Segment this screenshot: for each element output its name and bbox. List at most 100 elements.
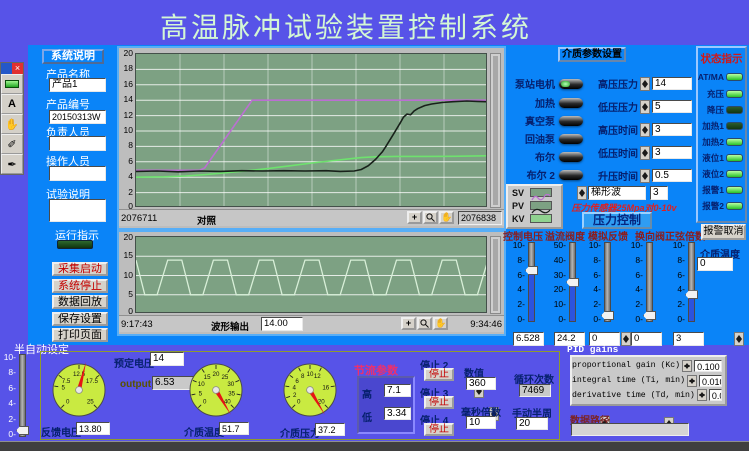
svg-text:0: 0 (297, 399, 301, 406)
operate-value-tool-icon[interactable] (1, 74, 23, 94)
slider-thumb[interactable] (685, 290, 698, 299)
heating-toggle[interactable] (559, 98, 583, 108)
ramp-time-field[interactable]: 0.5 (652, 169, 692, 182)
analog-feedback-stepper[interactable] (621, 332, 631, 346)
ramp-time-stepper[interactable] (640, 169, 650, 183)
semi-auto-slider[interactable]: 1086420 (2, 352, 32, 439)
pump-motor-toggle[interactable] (559, 79, 583, 89)
vacuum-pump-toggle[interactable] (559, 116, 583, 126)
system-description-button[interactable]: 系统说明 (42, 49, 104, 64)
slider-thumb[interactable] (643, 311, 656, 320)
save-settings-button[interactable]: 保存设置 (52, 312, 108, 326)
preset-voltage-field[interactable]: 14 (150, 352, 184, 366)
slider-thumb[interactable] (16, 426, 29, 435)
pid-row: integral time (Ti, min)0.010 (572, 375, 725, 387)
low-time-field[interactable]: 3 (652, 146, 692, 159)
sv-wave-icon (530, 188, 552, 197)
pid-ti-field[interactable]: 0.010 (699, 375, 722, 387)
zoom-tool-icon[interactable] (417, 317, 432, 330)
hand-tool-icon[interactable]: ✋ (1, 114, 23, 134)
high-time-field[interactable]: 3 (652, 123, 692, 136)
ms-multiplier-field[interactable]: 10 (466, 416, 496, 429)
sine-multiplier-value[interactable]: 3 (673, 332, 704, 346)
edit-text-tool-icon[interactable]: A (1, 94, 23, 114)
sine-multiplier-stepper[interactable] (734, 332, 744, 346)
slider-thumb[interactable] (525, 266, 538, 275)
test-description-field[interactable] (49, 199, 106, 222)
low-pressure-stepper[interactable] (640, 100, 650, 114)
heat2-label: 加热2 (702, 136, 724, 148)
pressure-control-button[interactable]: 压力控制 (582, 212, 652, 229)
operator-field[interactable] (49, 166, 106, 181)
oil-return-pump-toggle[interactable] (559, 134, 583, 144)
medium-temperature-gauge: 0510152025303540 (187, 361, 245, 419)
low-pressure-field[interactable]: 5 (652, 100, 692, 113)
wave-aux-field[interactable]: 3 (650, 186, 668, 200)
pan-hand-tool-icon[interactable]: ✋ (433, 317, 448, 330)
slider-track[interactable] (19, 354, 26, 437)
pan-hand-tool-icon[interactable]: ✋ (439, 211, 454, 224)
system-stop-button[interactable]: 系统停止 (52, 279, 108, 293)
crosshair-tool-icon[interactable]: + (401, 317, 416, 330)
preset-voltage-label: 预定电压 (114, 355, 154, 370)
high-pressure-field[interactable]: 14 (652, 77, 692, 90)
dropper-tool-icon[interactable]: ✐ (1, 134, 23, 154)
alarm-cancel-button[interactable]: 报警取消 (701, 224, 746, 240)
high-time-stepper[interactable] (640, 123, 650, 137)
y-tick: 10 (119, 125, 133, 135)
close-icon[interactable]: × (12, 63, 23, 74)
print-page-button[interactable]: 打印页面 (52, 328, 108, 342)
slider-track[interactable] (604, 242, 611, 322)
control-voltage-slider[interactable]: 1086420 (511, 240, 541, 324)
slider-thumb[interactable] (601, 311, 614, 320)
zoom-tool-icon[interactable] (423, 211, 438, 224)
pen-tool-icon[interactable]: ✒ (1, 154, 23, 174)
heating-label: 加热 (535, 95, 555, 110)
product-name-field[interactable]: 产品1 (49, 78, 106, 92)
svg-text:25: 25 (87, 399, 94, 406)
sine-multiplier-slider[interactable]: 1086420 (671, 240, 701, 324)
product-number-field[interactable]: 20150313W (49, 110, 106, 124)
pid-kc-stepper[interactable] (682, 360, 692, 372)
acquisition-start-button[interactable]: 采集启动 (52, 262, 108, 276)
stop3-button[interactable]: 停止 (424, 396, 454, 409)
pid-kc-field[interactable]: 0.100 (694, 360, 722, 372)
high-pressure-stepper[interactable] (640, 77, 650, 91)
stop4-button[interactable]: 停止 (424, 423, 454, 436)
numeric-value-field[interactable]: 360 (466, 377, 496, 390)
throttle-high-field[interactable]: 7.1 (384, 384, 411, 397)
chart-x-axis-strip: 9:17:43 波形输出 14.00 + ✋ 9:34:46 (119, 315, 504, 332)
boolean-toggle[interactable] (559, 152, 583, 162)
control-system-window: 高温脉冲试验装置控制系统 × A ✋ ✐ ✒ 系统说明 产品名称 产品1 产品编… (0, 0, 749, 451)
pid-td-field[interactable]: 0.000 (709, 389, 722, 401)
atma-led (726, 73, 743, 81)
crosshair-tool-icon[interactable]: + (407, 211, 422, 224)
slider-track[interactable] (646, 242, 653, 322)
slider-thumb[interactable] (566, 278, 579, 287)
low-time-stepper[interactable] (640, 146, 650, 160)
manual-half-field[interactable]: 20 (516, 417, 548, 430)
boolean2-toggle[interactable] (559, 170, 583, 180)
medium-temp-field[interactable]: 0 (697, 257, 733, 271)
data-path-field[interactable] (571, 423, 689, 436)
wave-type-select[interactable]: 梯形波 (588, 186, 646, 200)
data-playback-button[interactable]: 数据回放 (52, 295, 108, 309)
reversing-valve-value[interactable]: 0 (631, 332, 662, 346)
control-voltage-value[interactable]: 6.528 (513, 332, 544, 346)
stop2-button[interactable]: 停止 (424, 368, 454, 381)
pid-td-stepper[interactable] (697, 389, 707, 401)
throttle-low-field[interactable]: 3.34 (384, 407, 411, 420)
boolean2-label: 布尔 2 (527, 167, 555, 182)
relief-valve-slider[interactable]: 50403020100 (552, 240, 582, 324)
wave-select-stepper[interactable] (577, 186, 587, 200)
slider-track[interactable] (688, 242, 695, 322)
analog-feedback-slider[interactable]: 1086420 (587, 240, 617, 324)
chart-scrollbar[interactable] (490, 53, 501, 208)
responsible-person-field[interactable] (49, 136, 106, 151)
slider-track[interactable] (528, 242, 535, 322)
tools-palette-titlebar[interactable]: × (1, 63, 23, 74)
chart-scrollbar[interactable] (490, 236, 501, 314)
pid-ti-stepper[interactable] (687, 375, 697, 387)
alarm2-led (726, 202, 743, 210)
reversing-valve-slider[interactable]: 1086420 (629, 240, 659, 324)
